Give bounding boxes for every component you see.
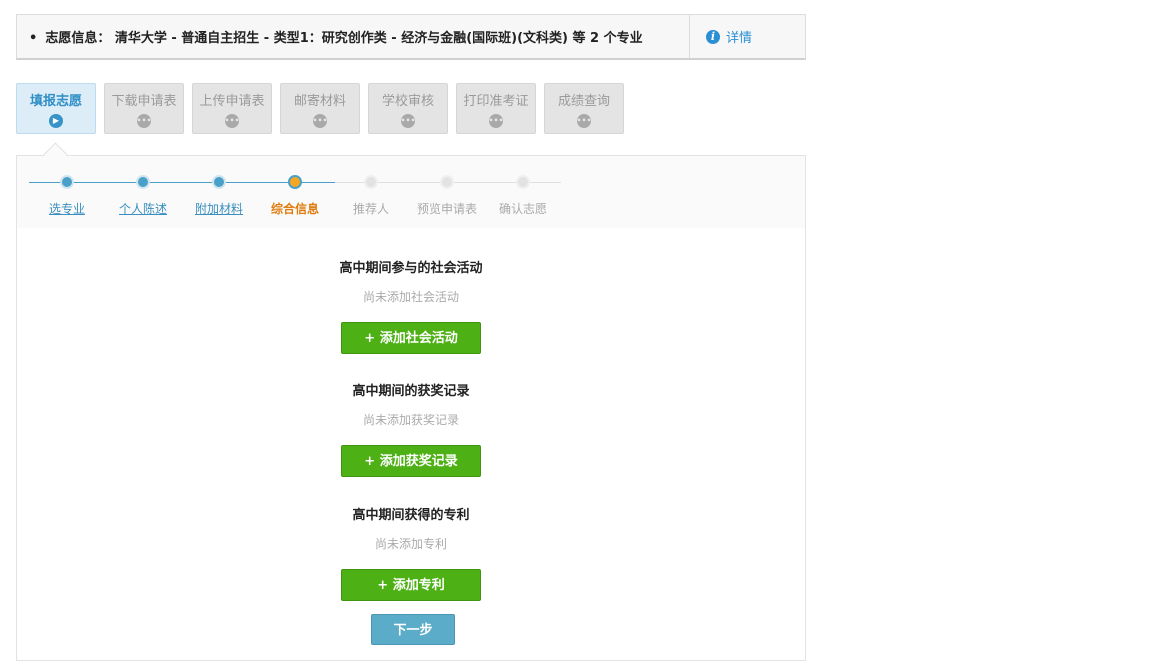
tab-upload-form[interactable]: 上传申请表 ••• — [192, 83, 272, 134]
bullet-icon: • — [29, 31, 38, 46]
ellipsis-icon: ••• — [576, 113, 592, 128]
ellipsis-icon: ••• — [136, 113, 152, 128]
ellipsis-icon: ••• — [224, 113, 240, 128]
tab-label: 填报志愿 — [29, 93, 82, 109]
progress-label-recommender: 推荐人 — [352, 202, 390, 216]
empty-message: 尚未添加专利 — [374, 537, 447, 551]
awards-section: 高中期间的获奖记录 尚未添加获奖记录 + 添加获奖记录 — [17, 380, 805, 477]
application-info-bar: • 志愿信息： 清华大学 - 普通自主招生 - 类型1：研究创作类 - 经济与金融… — [16, 14, 806, 60]
details-link-label: 详情 — [726, 31, 753, 46]
progress-label-comprehensive-info: 综合信息 — [270, 202, 320, 216]
tab-fill-application[interactable]: 填报志愿 ▶ — [16, 83, 96, 134]
application-info: • 志愿信息： 清华大学 - 普通自主招生 - 类型1：研究创作类 - 经济与金融… — [17, 27, 689, 46]
tab-school-review[interactable]: 学校审核 ••• — [368, 83, 448, 134]
tab-mail-materials[interactable]: 邮寄材料 ••• — [280, 83, 360, 134]
tab-label: 上传申请表 — [199, 93, 265, 109]
progress-dot-additional-materials — [212, 175, 226, 189]
tab-download-form[interactable]: 下载申请表 ••• — [104, 83, 184, 134]
add-patent-button[interactable]: + 添加专利 — [341, 569, 481, 601]
step-tabs: 填报志愿 ▶ 下载申请表 ••• 上传申请表 ••• 邮寄材料 ••• 学校审核… — [16, 83, 624, 134]
social-activities-section: 高中期间参与的社会活动 尚未添加社会活动 + 添加社会活动 — [17, 257, 805, 354]
progress-dot-comprehensive-info — [288, 175, 302, 189]
progress-dot-personal-statement — [136, 175, 150, 189]
progress-link-select-major[interactable]: 选专业 — [49, 200, 85, 217]
tab-label: 打印准考证 — [463, 93, 529, 109]
empty-message: 尚未添加社会活动 — [362, 290, 459, 304]
add-award-button[interactable]: + 添加获奖记录 — [341, 445, 481, 477]
tab-label: 邮寄材料 — [293, 93, 346, 109]
progress-label-preview-form: 预览申请表 — [416, 202, 478, 216]
tab-label: 成绩查询 — [557, 93, 610, 109]
section-title: 高中期间参与的社会活动 — [339, 261, 483, 276]
progress-dot-preview-form — [440, 175, 454, 189]
sub-step-progress: 选专业 个人陈述 附加材料 综合信息 推荐人 预览申请表 确认志愿 — [17, 156, 805, 228]
application-info-text: 志愿信息： 清华大学 - 普通自主招生 - 类型1：研究创作类 - 经济与金融(… — [45, 31, 643, 46]
tab-label: 下载申请表 — [111, 93, 177, 109]
progress-dot-select-major — [60, 175, 74, 189]
next-step-button[interactable]: 下一步 — [371, 614, 455, 645]
section-title: 高中期间的获奖记录 — [352, 384, 470, 399]
play-icon: ▶ — [49, 113, 63, 128]
progress-link-additional-materials[interactable]: 附加材料 — [195, 200, 243, 217]
progress-dot-recommender — [364, 175, 378, 189]
ellipsis-icon: ••• — [312, 113, 328, 128]
section-title: 高中期间获得的专利 — [352, 508, 470, 523]
progress-label-confirm: 确认志愿 — [498, 202, 548, 216]
patents-section: 高中期间获得的专利 尚未添加专利 + 添加专利 — [17, 504, 805, 601]
tab-score-inquiry[interactable]: 成绩查询 ••• — [544, 83, 624, 134]
details-link[interactable]: i 详情 — [689, 15, 805, 58]
ellipsis-icon: ••• — [400, 113, 416, 128]
info-icon: i — [706, 29, 720, 44]
tab-label: 学校审核 — [381, 93, 434, 109]
ellipsis-icon: ••• — [488, 113, 504, 128]
tab-print-admission-ticket[interactable]: 打印准考证 ••• — [456, 83, 536, 134]
empty-message: 尚未添加获奖记录 — [362, 413, 459, 427]
progress-link-personal-statement[interactable]: 个人陈述 — [119, 200, 167, 217]
main-panel: 选专业 个人陈述 附加材料 综合信息 推荐人 预览申请表 确认志愿 高中期间参与… — [16, 155, 806, 661]
add-social-activity-button[interactable]: + 添加社会活动 — [341, 322, 481, 354]
progress-dot-confirm — [516, 175, 530, 189]
